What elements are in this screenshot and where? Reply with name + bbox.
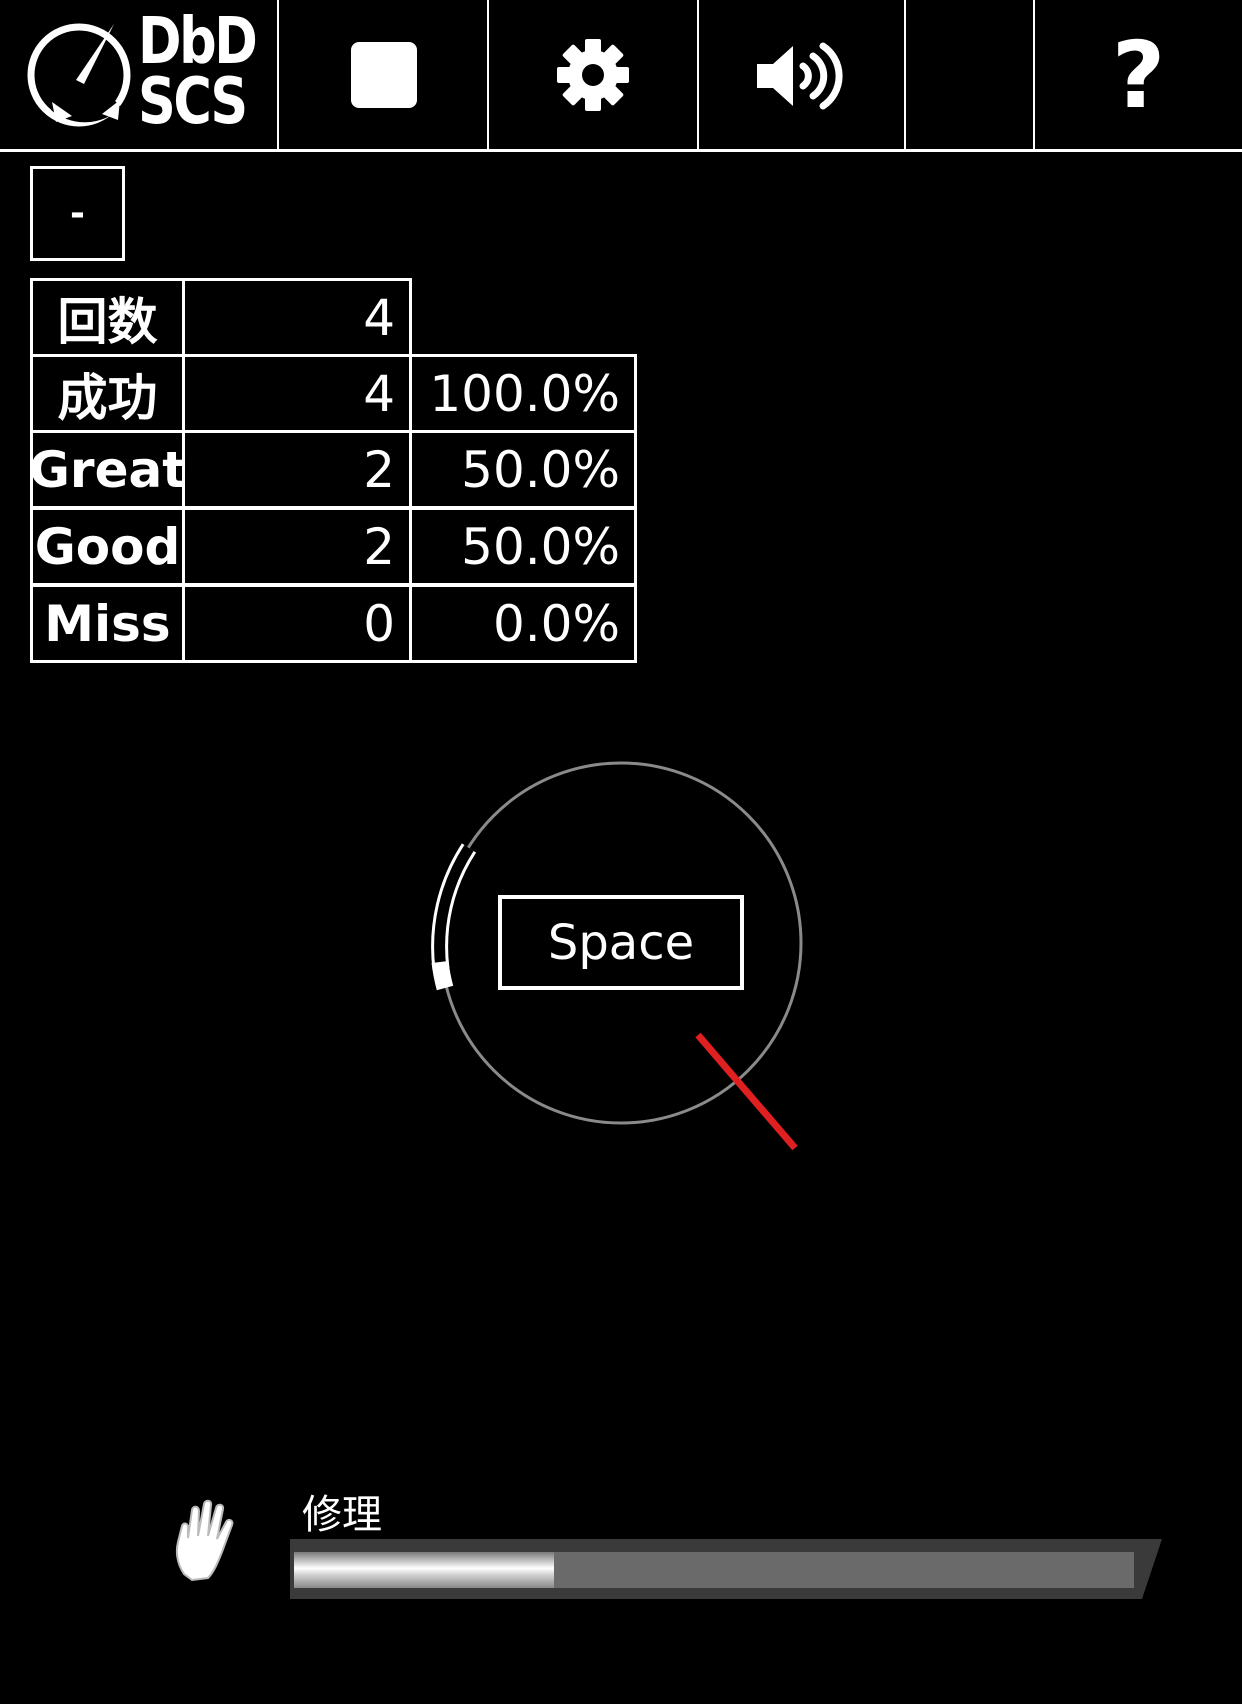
skill-check-success-zone [431, 843, 477, 971]
speaker-icon [757, 42, 843, 110]
stat-label-great: Great [29, 430, 186, 509]
stat-percent-success: 100.0% [409, 354, 637, 433]
repair-progress-fill [294, 1552, 555, 1588]
hand-icon [175, 1499, 234, 1582]
repair-progress-bar [294, 1552, 1134, 1588]
stat-label-good: Good [30, 507, 185, 586]
stat-percent-good: 50.0% [409, 507, 637, 586]
stat-count-great: 2 [182, 430, 412, 509]
gear-icon [557, 39, 629, 111]
stat-label-success: 成功 [30, 354, 185, 433]
collapse-button[interactable]: - [30, 166, 125, 261]
stat-count-attempts: 4 [182, 278, 412, 357]
help-button[interactable]: ? [1035, 0, 1242, 152]
space-key-prompt[interactable]: Space [498, 895, 744, 990]
app-logo: DbD SCS [0, 0, 278, 152]
logo-text-line1: DbD [138, 5, 258, 79]
stat-label-miss: Miss [30, 584, 185, 663]
logo-text-line2: SCS [138, 65, 248, 139]
blank-button[interactable] [906, 0, 1033, 152]
stat-count-good: 2 [182, 507, 412, 586]
skill-check-success-zone-inner [434, 844, 474, 970]
skill-check-needle [695, 1032, 798, 1151]
volume-button[interactable] [699, 0, 904, 152]
question-icon: ? [1111, 22, 1166, 129]
logo-gauge-icon [27, 23, 131, 127]
settings-button[interactable] [489, 0, 697, 152]
skill-check-great-zone [431, 960, 454, 991]
toolbar: DbD SCS ? [0, 0, 1242, 152]
skill-check-dial[interactable] [0, 0, 1242, 1704]
stat-count-success: 4 [182, 354, 412, 433]
stat-percent-miss: 0.0% [409, 584, 637, 663]
stat-count-miss: 0 [182, 584, 412, 663]
stat-label-attempts: 回数 [30, 278, 185, 357]
stat-percent-great: 50.0% [409, 430, 637, 509]
stop-icon [351, 42, 417, 108]
stop-button[interactable] [279, 0, 487, 152]
repair-label: 修理 [302, 1492, 382, 1538]
